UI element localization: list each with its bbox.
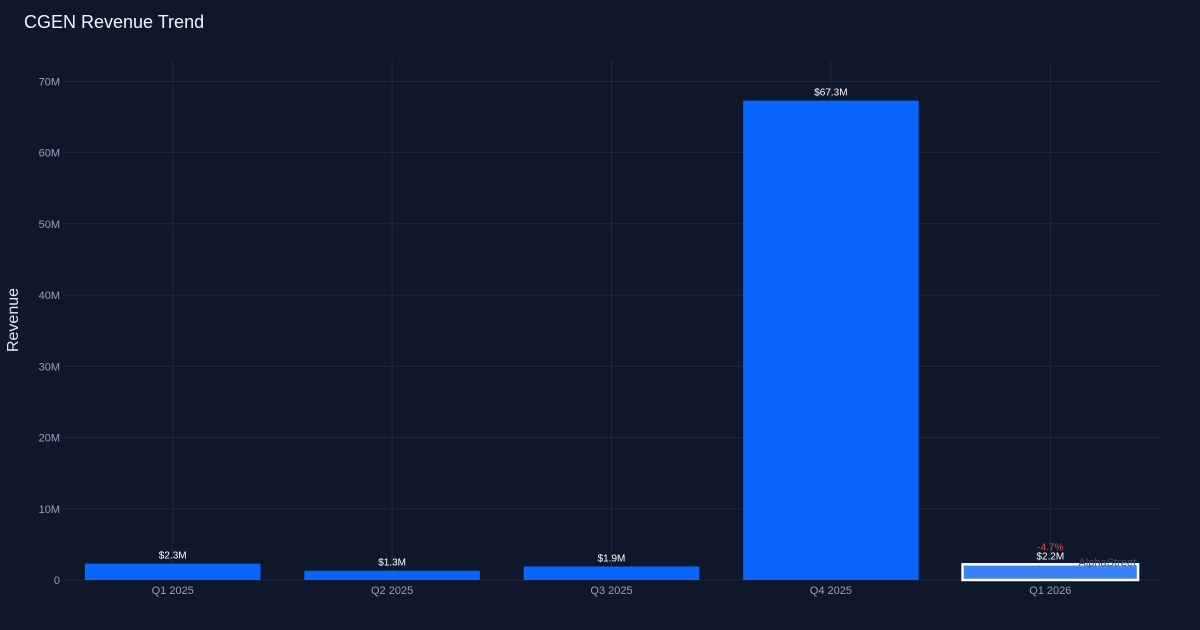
x-tick-label: Q2 2025	[371, 585, 413, 597]
y-axis-title: Revenue	[5, 288, 22, 352]
y-tick-label: 0	[54, 575, 60, 587]
bar	[304, 570, 480, 580]
revenue-bar-chart: 0 10M 20M 30M 40M 50M 60M 70M $2.3M Q1 2025 $1.3M Q…	[5, 60, 1160, 597]
bar	[84, 563, 261, 580]
bar	[523, 566, 700, 580]
change-annotation: -4.7%	[1037, 542, 1063, 553]
data-label: $2.3M	[159, 551, 187, 562]
data-label: $1.9M	[598, 553, 626, 564]
watermark-text: AlphaStreet	[1079, 557, 1136, 569]
x-tick-label: Q3 2025	[590, 585, 632, 597]
x-tick-label: Q1 2025	[152, 585, 194, 597]
y-tick-label: 50M	[39, 219, 60, 231]
y-tick-label: 20M	[39, 433, 60, 445]
y-tick-label: 60M	[39, 148, 60, 160]
x-tick-label: Q4 2025	[810, 585, 852, 597]
grid-lines	[63, 60, 1160, 581]
data-label: $67.3M	[814, 88, 847, 99]
data-label: $1.3M	[378, 558, 406, 569]
y-tick-label: 30M	[39, 361, 60, 373]
x-tick-label: Q1 2026	[1029, 585, 1071, 597]
y-tick-label: 70M	[39, 76, 60, 88]
bar	[743, 100, 919, 581]
y-tick-label: 10M	[39, 504, 60, 516]
y-tick-label: 40M	[39, 290, 60, 302]
